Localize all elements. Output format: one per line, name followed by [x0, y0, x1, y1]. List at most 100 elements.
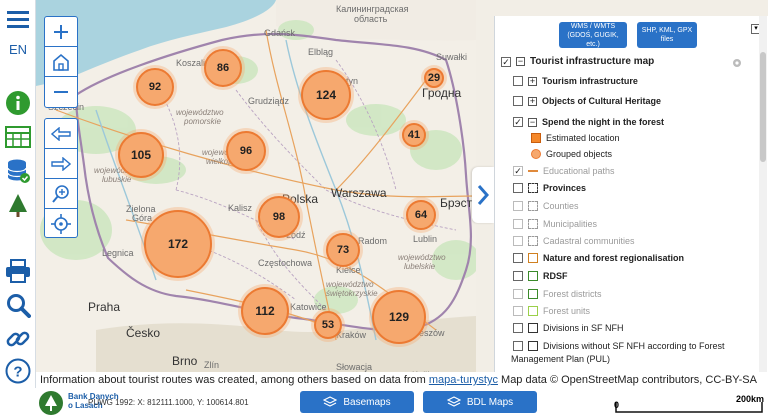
- language-switch[interactable]: EN: [0, 42, 36, 57]
- layer-checkbox[interactable]: [513, 289, 523, 299]
- map-label: Гродна: [422, 86, 462, 100]
- map-label: województwo: [398, 253, 446, 262]
- bdl-maps-button[interactable]: BDL Maps: [423, 391, 537, 413]
- expand-icon[interactable]: +: [528, 76, 537, 86]
- layer-checkbox[interactable]: [513, 341, 523, 351]
- layer-label: Counties: [543, 201, 579, 211]
- print-icon[interactable]: [3, 256, 33, 286]
- basemaps-label: Basemaps: [343, 396, 391, 408]
- locate-icon[interactable]: [45, 209, 77, 239]
- collapse-icon[interactable]: −: [528, 117, 537, 127]
- search-icon[interactable]: [3, 290, 33, 320]
- attribution-text-after: Map data © OpenStreetMap contributors, C…: [497, 374, 757, 386]
- layers-stack-icon: [323, 396, 338, 407]
- attribution-link[interactable]: mapa-turystyc: [429, 374, 498, 386]
- layer-label: Management Plan (PUL): [511, 354, 611, 364]
- header-toggle[interactable]: −: [516, 57, 525, 66]
- layer-row: Counties: [513, 201, 579, 211]
- help-icon[interactable]: ?: [3, 356, 33, 386]
- zoom-in-icon[interactable]: [45, 17, 77, 47]
- basemaps-button[interactable]: Basemaps: [300, 391, 414, 413]
- map-label: Brno: [172, 354, 198, 368]
- zoom-controls: [44, 16, 78, 108]
- layers-list-icon[interactable]: [3, 122, 33, 152]
- wms-wmts-button[interactable]: WMS / WMTS (GDOŚ, GUGIK, etc.): [559, 22, 627, 48]
- boundary-swatch: [528, 219, 538, 229]
- panel-scrollbar[interactable]: [759, 16, 767, 372]
- layer-checkbox[interactable]: [513, 323, 523, 333]
- forest-swatch: [528, 289, 538, 299]
- map-label: Kraków: [336, 330, 367, 340]
- cluster-marker[interactable]: 129: [372, 290, 426, 344]
- tree-icon[interactable]: [3, 190, 33, 220]
- layer-row: Forest units: [513, 306, 590, 316]
- layer-checkbox[interactable]: ✓: [513, 117, 523, 127]
- cluster-marker[interactable]: 98: [258, 196, 300, 238]
- layer-label: Estimated location: [546, 133, 620, 143]
- layer-checkbox[interactable]: [513, 96, 523, 106]
- cluster-marker[interactable]: 172: [144, 210, 212, 278]
- home-icon[interactable]: [45, 47, 77, 77]
- header-checkbox[interactable]: ✓: [501, 56, 511, 67]
- layer-label: Tourism infrastructure: [542, 76, 638, 86]
- coordinate-readout: PUWG 1992: X: 812111.1000, Y: 100614.801: [88, 398, 249, 407]
- layer-checkbox[interactable]: [513, 271, 523, 281]
- scale-label: 200km: [735, 394, 764, 404]
- sidebar: EN ?: [0, 0, 36, 418]
- link-icon[interactable]: [3, 324, 33, 354]
- arrow-left-icon[interactable]: [45, 119, 77, 149]
- cluster-marker[interactable]: 92: [136, 68, 174, 106]
- map-label: Radom: [358, 236, 388, 246]
- cluster-marker[interactable]: 53: [314, 311, 342, 339]
- map-attribution: Information about tourist routes was cre…: [36, 372, 768, 388]
- forest-unit-swatch: [528, 306, 538, 316]
- scale-zero: 0: [614, 400, 620, 410]
- scroll-thumb[interactable]: [760, 52, 766, 162]
- layer-checkbox[interactable]: [513, 306, 523, 316]
- expand-icon[interactable]: +: [528, 96, 537, 106]
- info-icon[interactable]: [3, 88, 33, 118]
- map-label: Góra: [132, 213, 153, 223]
- map-label: Zlín: [204, 360, 220, 370]
- wms-wmts-label: WMS / WMTS (GDOŚ, GUGIK, etc.): [567, 22, 619, 48]
- cluster-marker[interactable]: 124: [301, 70, 351, 120]
- layers-panel: WMS / WMTS (GDOŚ, GUGIK, etc.) SHP, KML,…: [494, 16, 768, 372]
- layer-label: Cadastral communities: [543, 236, 635, 246]
- map-label: Słowacja: [336, 362, 373, 372]
- layer-checkbox[interactable]: [513, 236, 523, 246]
- map-label: pomorskie: [184, 117, 221, 126]
- svg-text:?: ?: [13, 364, 22, 381]
- layer-label: Grouped objects: [546, 149, 613, 159]
- cluster-marker[interactable]: 96: [226, 131, 266, 171]
- settings-gear-icon[interactable]: [731, 56, 743, 68]
- zoom-box-icon[interactable]: [45, 179, 77, 209]
- layer-checkbox[interactable]: [513, 76, 523, 86]
- map-label: Калининградская: [336, 4, 409, 14]
- layer-checkbox[interactable]: [513, 201, 523, 211]
- map-label: Брэст: [440, 196, 473, 210]
- panel-collapse-button[interactable]: [472, 167, 494, 223]
- bdl-maps-label: BDL Maps: [466, 396, 514, 408]
- arrow-right-icon[interactable]: [45, 149, 77, 179]
- vector-files-button[interactable]: SHP, KML, GPX files: [637, 22, 697, 48]
- cluster-marker[interactable]: 41: [402, 123, 426, 147]
- layer-checkbox[interactable]: ✓: [513, 166, 523, 176]
- layer-row: + Objects of Cultural Heritage: [513, 96, 661, 106]
- layer-checkbox[interactable]: [513, 219, 523, 229]
- division-swatch: [528, 323, 538, 333]
- cluster-marker[interactable]: 29: [424, 68, 444, 88]
- cluster-marker[interactable]: 73: [326, 233, 360, 267]
- layer-checkbox[interactable]: [513, 183, 523, 193]
- cluster-marker[interactable]: 105: [118, 132, 164, 178]
- database-icon[interactable]: [3, 156, 33, 186]
- cluster-marker[interactable]: 112: [241, 287, 289, 335]
- layer-checkbox[interactable]: [513, 253, 523, 263]
- layer-label: Spend the night in the forest: [542, 117, 664, 127]
- map-label: Lublin: [413, 234, 438, 244]
- zoom-out-icon[interactable]: [45, 77, 77, 107]
- menu-icon[interactable]: [3, 4, 33, 34]
- map-label: województwo: [176, 108, 224, 117]
- cluster-marker[interactable]: 64: [406, 200, 436, 230]
- cluster-marker[interactable]: 86: [204, 49, 242, 87]
- navigation-controls: [44, 118, 78, 238]
